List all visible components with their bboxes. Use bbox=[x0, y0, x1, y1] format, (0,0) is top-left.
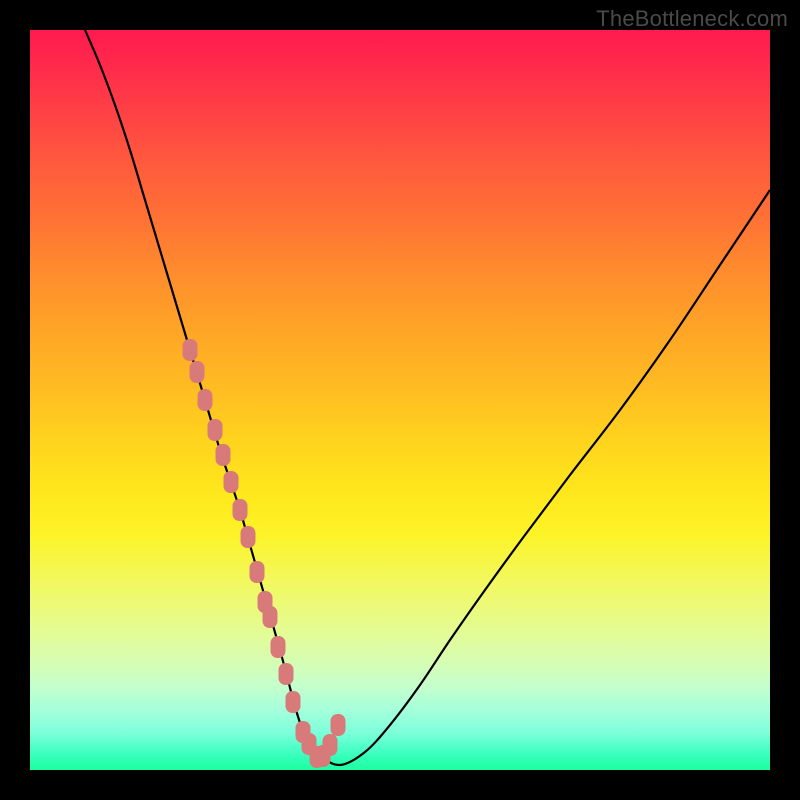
chart-frame: TheBottleneck.com bbox=[0, 0, 800, 800]
curve-marker bbox=[198, 389, 213, 411]
curve-marker bbox=[250, 561, 265, 583]
curve-marker bbox=[208, 419, 223, 441]
curve-marker bbox=[271, 636, 286, 658]
curve-marker bbox=[233, 499, 248, 521]
curve-marker bbox=[183, 339, 198, 361]
watermark-text: TheBottleneck.com bbox=[596, 6, 788, 32]
curve-marker bbox=[286, 691, 301, 713]
curve-marker bbox=[216, 444, 231, 466]
curve-marker bbox=[190, 361, 205, 383]
curve-marker bbox=[279, 663, 294, 685]
curve-layer bbox=[30, 30, 770, 770]
curve-marker bbox=[331, 714, 346, 736]
curve-marker bbox=[263, 606, 278, 628]
curve-marker bbox=[224, 471, 239, 493]
curve-marker bbox=[241, 526, 256, 548]
curve-marker bbox=[323, 734, 338, 756]
plot-area bbox=[30, 30, 770, 770]
bottleneck-curve bbox=[85, 30, 770, 765]
